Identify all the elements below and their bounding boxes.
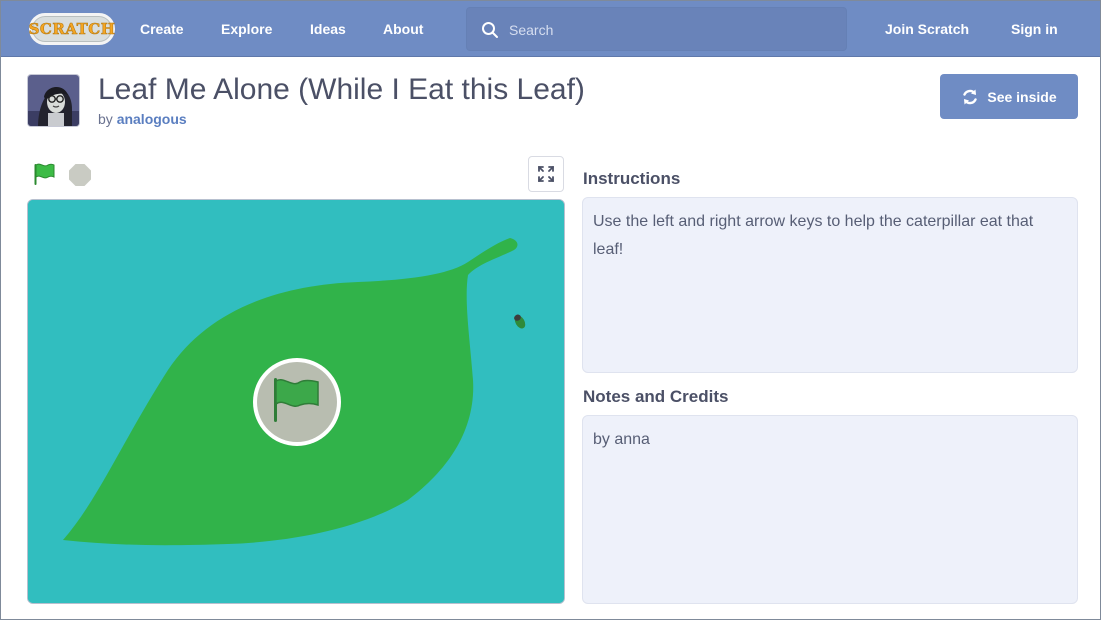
notes-heading: Notes and Credits [583, 387, 729, 406]
search-icon [482, 22, 498, 38]
avatar-image [28, 75, 79, 126]
by-label: by [98, 111, 113, 127]
nav-create[interactable]: Create [140, 1, 184, 57]
green-flag-button[interactable] [31, 161, 57, 187]
stage-canvas [28, 200, 564, 603]
scratch-logo[interactable]: SCRATCH [28, 13, 115, 45]
see-inside-icon [963, 89, 978, 104]
stop-button[interactable] [67, 162, 93, 188]
avatar[interactable] [27, 74, 80, 127]
instructions-text: Use the left and right arrow keys to hel… [593, 213, 1034, 258]
search-input[interactable] [509, 16, 829, 44]
play-overlay-button[interactable] [253, 358, 341, 446]
nav-explore[interactable]: Explore [221, 1, 272, 57]
green-flag-icon [34, 163, 55, 185]
project-stage[interactable] [27, 199, 565, 604]
fullscreen-button[interactable] [528, 156, 564, 192]
nav-about[interactable]: About [383, 1, 423, 57]
sign-in-link[interactable]: Sign in [1011, 1, 1058, 57]
nav-ideas[interactable]: Ideas [310, 1, 346, 57]
see-inside-label: See inside [987, 88, 1057, 105]
project-title: Leaf Me Alone (While I Eat this Leaf) [98, 73, 585, 106]
search-bar[interactable] [466, 7, 847, 51]
author-link[interactable]: analogous [117, 111, 187, 127]
instructions-box: Use the left and right arrow keys to hel… [582, 197, 1078, 373]
join-scratch-link[interactable]: Join Scratch [885, 1, 969, 57]
instructions-heading: Instructions [583, 169, 681, 188]
page: SCRATCH Create Explore Ideas About Join … [0, 0, 1101, 620]
navbar: SCRATCH Create Explore Ideas About Join … [1, 1, 1100, 57]
stop-icon [69, 164, 91, 186]
notes-text: by anna [593, 431, 650, 448]
fullscreen-icon [538, 166, 554, 182]
see-inside-button[interactable]: See inside [940, 74, 1078, 119]
byline: by analogous [98, 111, 187, 127]
notes-box: by anna [582, 415, 1078, 604]
